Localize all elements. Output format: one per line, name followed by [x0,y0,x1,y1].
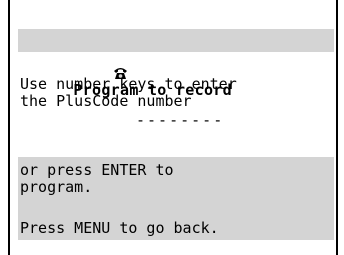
pluscode-entry-field[interactable]: -------- [136,112,224,129]
enter-hint-line-2: program. [20,178,93,196]
instruction-line-1: Use number keys to enter [20,75,237,93]
back-hint: Press MENU to go back. [20,219,219,237]
telephone-icon [57,49,128,79]
enter-hint-line-1: or press ENTER to [20,161,174,179]
instruction-line-2: the PlusCode number [20,92,192,110]
tv-menu-screen: Program to record Use number keys to ent… [8,0,338,255]
